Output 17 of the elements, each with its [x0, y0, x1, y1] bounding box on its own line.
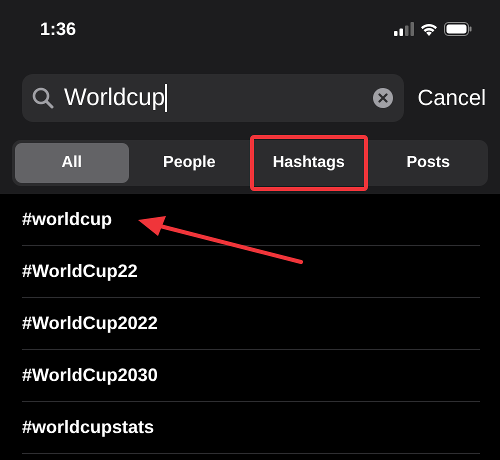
- search-text: Worldcup: [64, 84, 165, 112]
- signal-icon: [394, 22, 414, 36]
- filter-tab[interactable]: Posts: [372, 143, 485, 183]
- wifi-icon: [420, 22, 438, 36]
- filter-tab[interactable]: All: [15, 143, 128, 183]
- hashtag-result[interactable]: #WorldCup2022: [22, 298, 480, 350]
- hashtag-result[interactable]: #WorldCup2030: [22, 350, 480, 402]
- status-time: 1:36: [40, 18, 76, 40]
- clear-icon[interactable]: [372, 87, 394, 109]
- hashtag-result[interactable]: #WorldCup22: [22, 246, 480, 298]
- filter-tab[interactable]: Hashtags: [250, 135, 368, 191]
- battery-icon: [444, 22, 472, 36]
- filter-tab[interactable]: People: [132, 143, 246, 183]
- search-field[interactable]: Worldcup: [22, 74, 404, 122]
- search-icon: [32, 87, 54, 109]
- hashtag-result[interactable]: #worldcupstats: [22, 402, 480, 454]
- cancel-button[interactable]: Cancel: [418, 85, 486, 111]
